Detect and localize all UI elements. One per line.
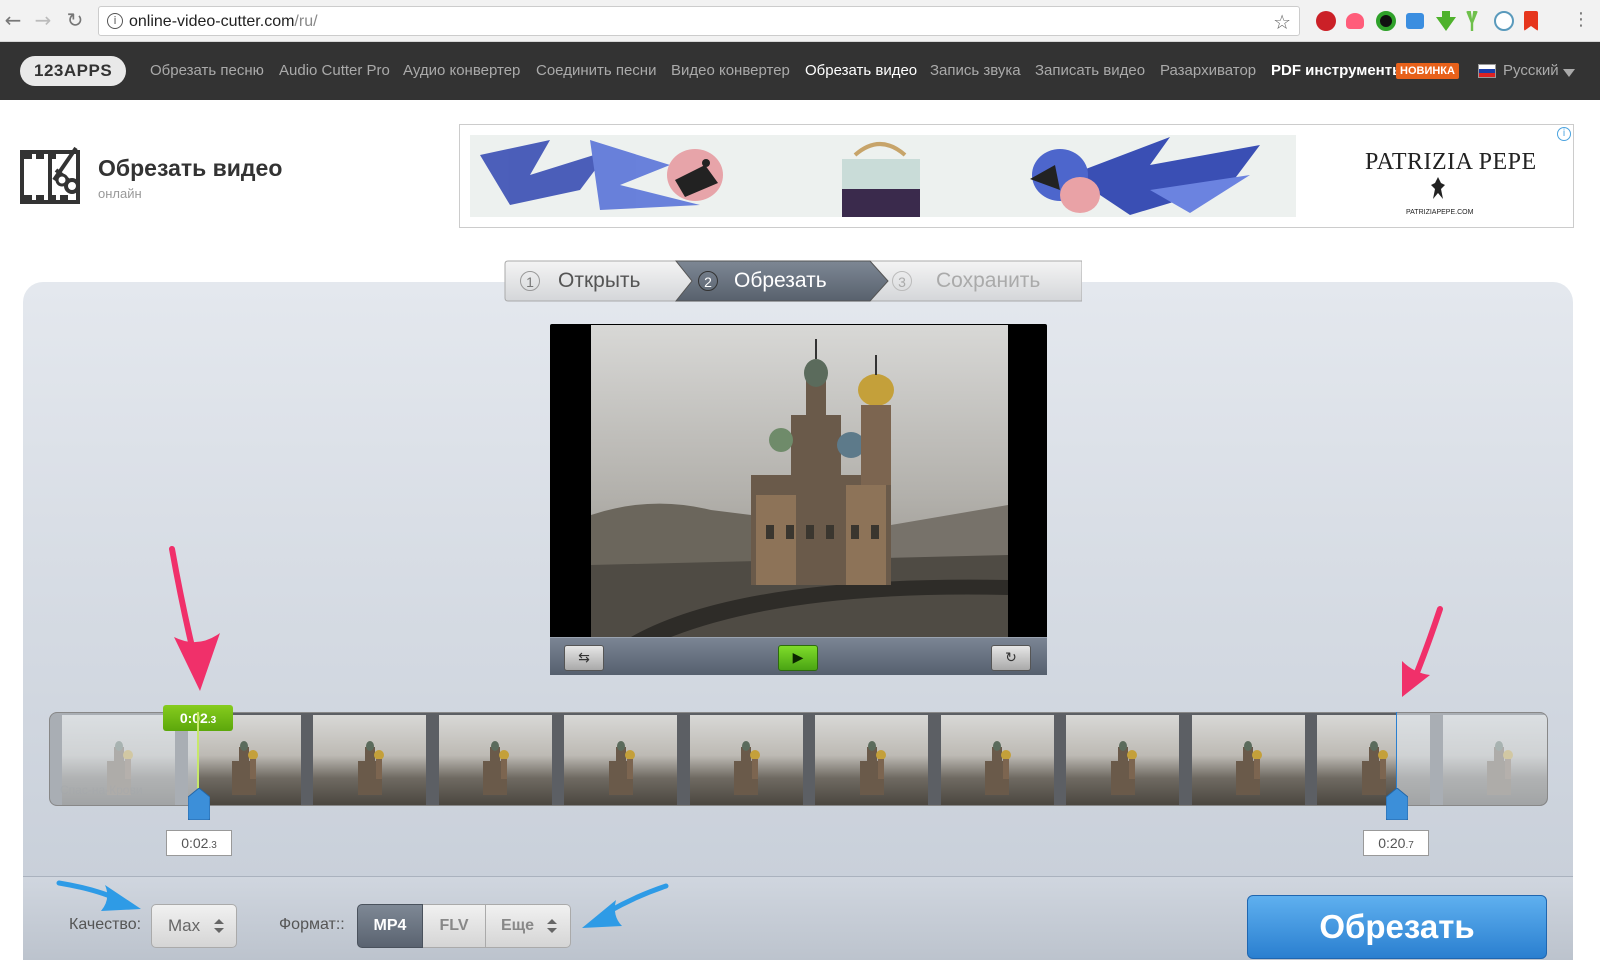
language-selector[interactable]: Русский bbox=[1503, 62, 1559, 79]
bookmark-extension-icon[interactable] bbox=[1524, 11, 1538, 31]
cut-button[interactable]: Обрезать bbox=[1247, 895, 1547, 959]
pinterest-extension-icon[interactable] bbox=[1316, 11, 1336, 31]
timeline-thumbnail bbox=[438, 715, 552, 805]
nav-item-join-songs[interactable]: Соединить песни bbox=[536, 62, 656, 79]
top-navigation: 123APPS Обрезать песню Audio Cutter Pro … bbox=[0, 42, 1600, 100]
video-frame bbox=[591, 325, 1008, 637]
page-subtitle: онлайн bbox=[98, 186, 142, 201]
rotate-icon[interactable]: ↻ bbox=[991, 645, 1031, 671]
triangle-extension-icon[interactable] bbox=[1494, 11, 1514, 31]
fork-extension-icon[interactable] bbox=[1466, 11, 1478, 31]
chevron-down-icon[interactable] bbox=[1563, 69, 1575, 77]
url-text: online-video-cutter.com/ru/ bbox=[129, 13, 318, 30]
new-badge: НОВИНКА bbox=[1396, 63, 1459, 79]
play-icon[interactable]: ▶ bbox=[778, 645, 818, 671]
format-mp4-button[interactable]: MP4 bbox=[357, 904, 423, 948]
up-down-caret-icon bbox=[547, 919, 557, 933]
timeline-thumbnail bbox=[689, 715, 803, 805]
nav-item-record-sound[interactable]: Запись звука bbox=[930, 62, 1021, 79]
ad-brand-url: PATRIZIAPEPE.COM bbox=[1406, 209, 1474, 216]
site-info-icon[interactable]: i bbox=[107, 13, 123, 29]
reload-icon[interactable]: ↻ bbox=[64, 9, 86, 31]
format-label: Формат:: bbox=[279, 916, 345, 933]
ad-info-icon[interactable]: i bbox=[1557, 127, 1571, 141]
nav-item-audio-converter[interactable]: Аудио конвертер bbox=[403, 62, 520, 79]
nav-item-cut-video[interactable]: Обрезать видео bbox=[805, 62, 917, 79]
video-cutter-logo-icon bbox=[20, 146, 80, 204]
advertisement-banner[interactable]: PATRIZIA PEPE PATRIZIAPEPE.COM i bbox=[459, 124, 1574, 228]
format-more-select[interactable]: Еще bbox=[486, 904, 571, 948]
up-down-caret-icon bbox=[214, 919, 224, 933]
green-circle-extension-icon[interactable] bbox=[1376, 11, 1396, 31]
excluded-region-end bbox=[1397, 713, 1547, 805]
russian-flag-icon bbox=[1478, 64, 1496, 78]
download-extension-icon[interactable] bbox=[1436, 11, 1456, 31]
start-time-field[interactable]: 0:02.3 bbox=[166, 830, 232, 856]
ad-brand-emblem-icon bbox=[1431, 177, 1445, 199]
timeline-thumbnail bbox=[1191, 715, 1305, 805]
nav-item-unarchiver[interactable]: Разархиватор bbox=[1160, 62, 1256, 79]
back-arrow-icon[interactable]: ← bbox=[2, 9, 24, 31]
step-indicator: 1 Открыть 2 Обрезать 3 Сохранить bbox=[504, 260, 1082, 302]
timeline-thumbnail bbox=[313, 715, 426, 805]
ad-image bbox=[470, 135, 1296, 217]
crop-icon[interactable]: ⇆ bbox=[564, 645, 604, 671]
player-controls: ⇆ ▶ ↻ bbox=[550, 637, 1047, 675]
quality-select[interactable]: Max bbox=[151, 904, 237, 948]
blue-extension-icon[interactable] bbox=[1406, 13, 1424, 29]
timeline-thumbnail bbox=[815, 715, 928, 805]
heart-extension-icon[interactable] bbox=[1346, 13, 1364, 29]
page-title: Обрезать видео bbox=[98, 155, 283, 181]
timeline-thumbnail bbox=[940, 715, 1054, 805]
logo[interactable]: 123APPS bbox=[20, 56, 127, 86]
video-player[interactable]: ⇆ ▶ ↻ bbox=[550, 324, 1047, 675]
ad-brand-name: PATRIZIA PEPE bbox=[1365, 149, 1537, 175]
quality-label: Качество: bbox=[69, 916, 142, 933]
format-flv-button[interactable]: FLV bbox=[423, 904, 486, 948]
start-handle[interactable] bbox=[188, 788, 210, 820]
menu-dots-icon[interactable]: ⋮ bbox=[1570, 9, 1592, 31]
end-time-field[interactable]: 0:20.7 bbox=[1363, 830, 1429, 856]
nav-item-pdf-tools[interactable]: PDF инструменты bbox=[1271, 62, 1405, 79]
nav-item-cut-song[interactable]: Обрезать песню bbox=[150, 62, 264, 79]
bookmark-star-icon[interactable]: ☆ bbox=[1273, 10, 1291, 34]
nav-item-record-video[interactable]: Записать видео bbox=[1035, 62, 1145, 79]
address-bar[interactable]: i online-video-cutter.com/ru/ ☆ bbox=[98, 6, 1300, 36]
nav-item-video-converter[interactable]: Видео конвертер bbox=[671, 62, 790, 79]
end-handle[interactable] bbox=[1386, 788, 1408, 820]
timeline-thumbnail bbox=[1066, 715, 1179, 805]
forward-arrow-icon[interactable]: → bbox=[32, 9, 54, 31]
nav-item-audio-cutter-pro[interactable]: Audio Cutter Pro bbox=[279, 62, 390, 79]
timeline-strip[interactable]: Спас-на-Крови bbox=[49, 712, 1548, 806]
timeline-thumbnail bbox=[564, 715, 677, 805]
browser-toolbar: ← → ↻ i online-video-cutter.com/ru/ ☆ ⋮ bbox=[0, 0, 1600, 42]
